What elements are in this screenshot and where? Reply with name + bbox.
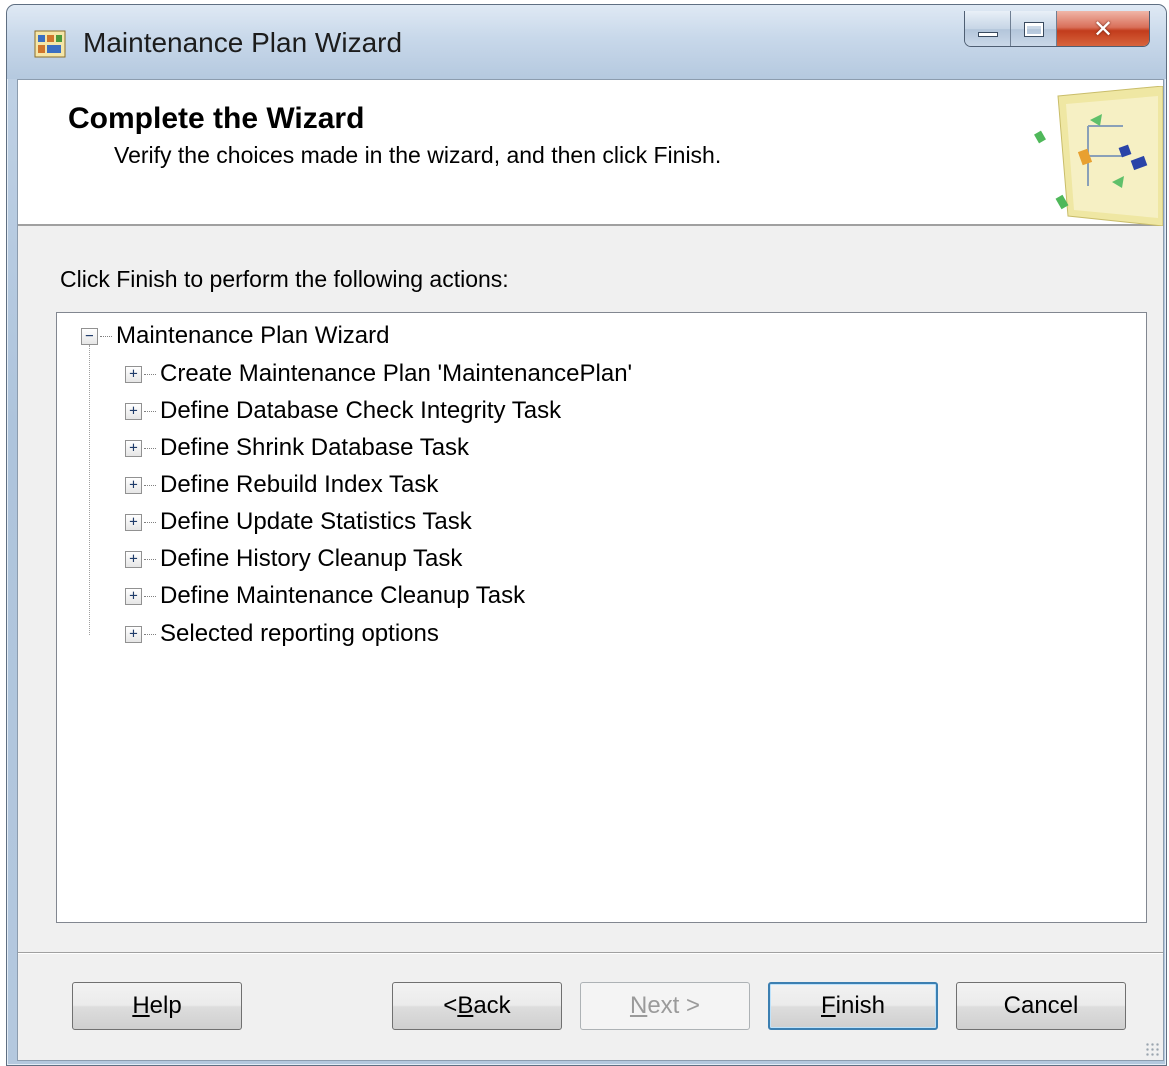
- back-button[interactable]: < Back: [392, 982, 562, 1030]
- tree-item-label: Define Shrink Database Task: [160, 434, 470, 461]
- tree-dotted-connector: [144, 521, 156, 523]
- tree-item-label: Create Maintenance Plan 'MaintenancePlan…: [160, 360, 633, 387]
- resize-grip-icon[interactable]: [1145, 1042, 1159, 1056]
- tree-item-label: Define Update Statistics Task: [160, 508, 472, 535]
- tree-item-create-plan[interactable]: + Create Maintenance Plan 'MaintenancePl…: [125, 357, 632, 391]
- minimize-icon: [977, 31, 998, 37]
- tree-item-label: Define Database Check Integrity Task: [160, 397, 562, 424]
- help-button[interactable]: Help: [72, 982, 242, 1030]
- back-button-accel: B: [457, 992, 474, 1019]
- tree-root-node[interactable]: − Maintenance Plan Wizard: [81, 319, 389, 353]
- tree-item-label: Selected reporting options: [160, 620, 439, 647]
- minimize-button[interactable]: [965, 11, 1011, 46]
- tree-item-update-statistics[interactable]: + Define Update Statistics Task: [125, 505, 472, 539]
- tree-dotted-connector: [144, 633, 156, 635]
- wizard-app-icon: [34, 30, 66, 58]
- finish-button[interactable]: Finish: [768, 982, 938, 1030]
- tree-item-label: Define History Cleanup Task: [160, 545, 463, 572]
- tree-dotted-connector: [144, 410, 156, 412]
- tree-dotted-connector: [144, 373, 156, 375]
- page-title: Complete the Wizard: [68, 102, 365, 135]
- tree-dotted-connector: [144, 447, 156, 449]
- wizard-window: Maintenance Plan Wizard ✕ Complete the W…: [6, 4, 1167, 1066]
- tree-item-maintenance-cleanup[interactable]: + Define Maintenance Cleanup Task: [125, 579, 525, 613]
- tree-item-rebuild-index[interactable]: + Define Rebuild Index Task: [125, 468, 438, 502]
- expand-icon[interactable]: +: [125, 587, 142, 605]
- finish-button-label: inish: [835, 992, 886, 1019]
- tree-item-shrink-database[interactable]: + Define Shrink Database Task: [125, 431, 469, 465]
- next-button-accel: N: [629, 992, 648, 1019]
- back-button-prefix: <: [443, 992, 458, 1019]
- wizard-client-area: Complete the Wizard Verify the choices m…: [17, 79, 1164, 1061]
- next-button[interactable]: Next >: [580, 982, 750, 1030]
- tree-item-label: Define Rebuild Index Task: [160, 471, 439, 498]
- next-button-label: ext >: [647, 992, 701, 1019]
- expand-icon[interactable]: +: [125, 476, 142, 494]
- wizard-banner-graphic: [1034, 86, 1163, 226]
- tree-dotted-connector: [100, 335, 112, 337]
- window-title: Maintenance Plan Wizard: [83, 27, 403, 58]
- expand-icon[interactable]: +: [125, 625, 142, 643]
- expand-icon[interactable]: +: [125, 365, 142, 383]
- tree-dotted-connector: [144, 484, 156, 486]
- page-subtitle: Verify the choices made in the wizard, a…: [114, 142, 722, 168]
- expand-icon[interactable]: +: [125, 550, 142, 568]
- help-button-accel: H: [132, 992, 150, 1019]
- tree-item-check-integrity[interactable]: + Define Database Check Integrity Task: [125, 394, 561, 428]
- tree-connector: [89, 345, 90, 635]
- close-button[interactable]: ✕: [1057, 11, 1149, 46]
- wizard-header: Complete the Wizard Verify the choices m…: [18, 80, 1163, 226]
- finish-button-accel: F: [820, 992, 836, 1019]
- cancel-button[interactable]: Cancel: [956, 982, 1126, 1030]
- title-bar[interactable]: Maintenance Plan Wizard ✕: [7, 5, 1166, 79]
- close-icon: ✕: [1092, 15, 1114, 43]
- collapse-icon[interactable]: −: [81, 327, 98, 345]
- tree-item-label: Define Maintenance Cleanup Task: [160, 582, 526, 609]
- expand-icon[interactable]: +: [125, 402, 142, 420]
- help-button-label: elp: [149, 992, 182, 1019]
- instructions-text: Click Finish to perform the following ac…: [60, 266, 509, 292]
- tree-item-history-cleanup[interactable]: + Define History Cleanup Task: [125, 542, 462, 576]
- expand-icon[interactable]: +: [125, 439, 142, 457]
- expand-icon[interactable]: +: [125, 513, 142, 531]
- tree-root-label: Maintenance Plan Wizard: [116, 322, 390, 349]
- tree-dotted-connector: [144, 558, 156, 560]
- tree-dotted-connector: [144, 595, 156, 597]
- tree-item-reporting-options[interactable]: + Selected reporting options: [125, 617, 439, 651]
- maximize-icon: [1023, 21, 1044, 37]
- button-area-divider: [18, 952, 1163, 954]
- actions-tree[interactable]: − Maintenance Plan Wizard + Create Maint…: [56, 312, 1147, 923]
- maximize-button[interactable]: [1011, 11, 1057, 46]
- back-button-label: ack: [473, 992, 511, 1019]
- caption-buttons: ✕: [964, 11, 1150, 47]
